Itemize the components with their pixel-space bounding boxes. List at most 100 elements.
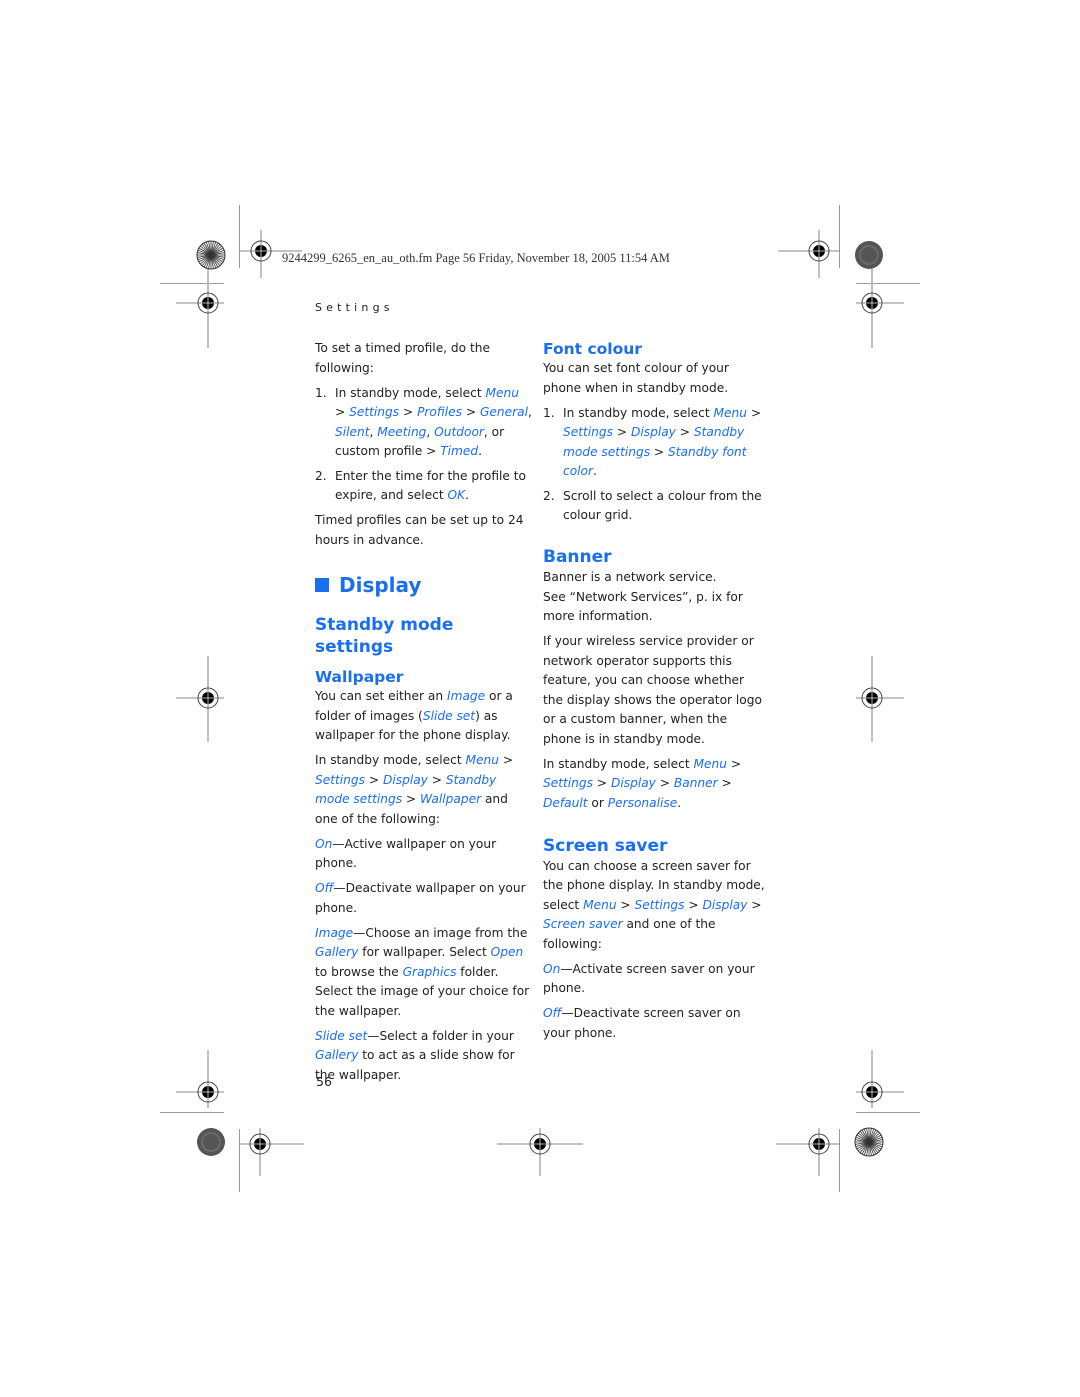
step-item: 1. In standby mode, select Menu > Setting… (543, 404, 765, 482)
text-run: , (426, 424, 435, 439)
menu-path-reference: Settings (349, 405, 400, 419)
menu-path-reference: Profiles (417, 405, 462, 419)
text-run: See “Network Services”, p. ix for more i… (543, 589, 743, 624)
text-run: > (717, 776, 732, 790)
text-run: You can set either an (315, 689, 447, 703)
text-run: . (677, 795, 682, 810)
menu-path-reference: Graphics (402, 964, 457, 979)
topic-heading-wallpaper: Wallpaper (315, 668, 404, 686)
menu-path-reference: Menu (465, 753, 499, 767)
menu-path-reference: On (543, 961, 561, 976)
text-run: In standby mode, select (335, 385, 486, 400)
menu-path-reference: Screen saver (543, 917, 623, 931)
page-number: 56 (316, 1074, 332, 1089)
text-run: > (747, 897, 762, 912)
wallpaper-option-image: Image—Choose an image from the Gallery f… (315, 924, 533, 1022)
right-column: Font colour You can set font colour of y… (543, 339, 765, 1049)
banner-description: If your wireless service provider or net… (543, 632, 765, 749)
step-item: 1. In standby mode, select Menu > Setting… (315, 384, 533, 462)
registration-mark-icon (176, 1050, 224, 1108)
banner-path: In standby mode, select Menu > Settings … (543, 755, 765, 814)
step-number: 1. (543, 405, 555, 420)
text-run: —Deactivate screen saver on your phone. (543, 1006, 741, 1040)
timed-profile-intro: To set a timed profile, do the following… (315, 341, 491, 375)
menu-path-reference: Wallpaper (420, 792, 482, 806)
text-run: > (650, 444, 669, 459)
menu-path-reference: Menu (583, 897, 617, 912)
text-run: > (726, 756, 742, 771)
wallpaper-option-off: Off—Deactivate wallpaper on your phone. (315, 879, 533, 918)
menu-path-reference: Settings (315, 772, 365, 787)
screen-saver-intro: You can choose a screen saver for the ph… (543, 857, 765, 955)
text-run: , (528, 405, 532, 419)
text-run: —Choose an image from the (353, 925, 528, 940)
text-run: In standby mode, select (315, 753, 466, 767)
step-text: In standby mode, select Menu > Settings … (335, 386, 532, 459)
registration-mark-icon (856, 262, 904, 348)
registration-mark-icon (776, 1128, 840, 1176)
text-run: > (616, 897, 635, 912)
text-run: > (498, 753, 514, 767)
menu-path-reference: Display (610, 776, 656, 790)
text-run: In standby mode, select (543, 756, 694, 771)
text-run: > (655, 776, 674, 790)
screen-saver-option-on: On—Activate screen saver on your phone. (543, 960, 765, 999)
registration-mark-icon (497, 1128, 583, 1176)
step-number: 2. (543, 488, 555, 503)
text-run: Banner is a network service. (543, 570, 717, 584)
wallpaper-option-on: On—Active wallpaper on your phone. (315, 835, 533, 874)
menu-path-reference: Banner (673, 776, 718, 790)
subsection-heading-standby: Standby mode settings (315, 615, 454, 657)
text-run: —Activate screen saver on your phone. (543, 961, 755, 996)
registration-mark-icon (856, 1050, 904, 1108)
wallpaper-option-slide-set: Slide set—Select a folder in your Galler… (315, 1027, 533, 1086)
menu-path-reference: General (479, 405, 528, 419)
registration-mark-icon (240, 230, 302, 278)
registration-mark-icon (856, 656, 904, 742)
menu-path-reference: Off (315, 881, 334, 895)
menu-path-reference: OK (447, 488, 466, 502)
topic-heading-font-colour: Font colour (543, 340, 642, 358)
menu-path-reference: Meeting (377, 424, 427, 439)
text-run: Scroll to select a colour from the colou… (563, 488, 762, 523)
step-item: 2. Enter the time for the profile to expi… (315, 467, 533, 506)
registration-mark-icon (176, 656, 224, 742)
menu-path-reference: Outdoor (434, 424, 484, 439)
menu-path-reference: Personalise (607, 795, 678, 810)
text-run: > (427, 772, 446, 787)
timed-profile-steps: 1. In standby mode, select Menu > Setting… (315, 384, 533, 506)
menu-path-reference: Menu (693, 756, 727, 771)
menu-path-reference: Default (543, 795, 588, 810)
text-run: > (365, 772, 383, 787)
font-colour-intro: You can set font colour of your phone wh… (543, 361, 729, 395)
step-text: Enter the time for the profile to expire… (335, 469, 526, 503)
section-square-icon (315, 578, 329, 593)
text-run: . (478, 444, 483, 458)
print-file-info: 9244299_6265_en_au_oth.fm Page 56 Friday… (282, 251, 670, 265)
menu-path-reference: On (315, 836, 333, 851)
menu-path-reference: Display (630, 425, 676, 439)
trim-line (856, 1112, 920, 1113)
text-run: In standby mode, select (563, 405, 714, 420)
text-run: —Active wallpaper on your phone. (315, 836, 497, 871)
text-run: > (462, 405, 480, 419)
menu-path-reference: Timed (440, 444, 479, 458)
left-column: To set a timed profile, do the following… (315, 339, 533, 1091)
text-run: —Select a folder in your (367, 1028, 514, 1043)
menu-path-reference: Settings (543, 776, 593, 790)
screen-saver-option-off: Off—Deactivate screen saver on your phon… (543, 1004, 765, 1043)
starburst-target-icon (854, 1127, 884, 1157)
menu-path-reference: Off (543, 1006, 562, 1020)
registration-mark-icon (176, 262, 224, 348)
text-run: > (684, 897, 703, 912)
text-run: . (465, 488, 469, 502)
text-run: . (593, 464, 597, 478)
text-run: > (402, 792, 421, 806)
menu-path-reference: Image (446, 689, 486, 703)
text-run: or (587, 795, 608, 810)
running-head: Settings (315, 301, 394, 314)
registration-mark-icon (240, 1128, 304, 1176)
section-heading-display: Display (315, 575, 533, 596)
menu-path-reference: Display (702, 897, 748, 912)
text-run: If your wireless service provider or net… (543, 634, 762, 746)
